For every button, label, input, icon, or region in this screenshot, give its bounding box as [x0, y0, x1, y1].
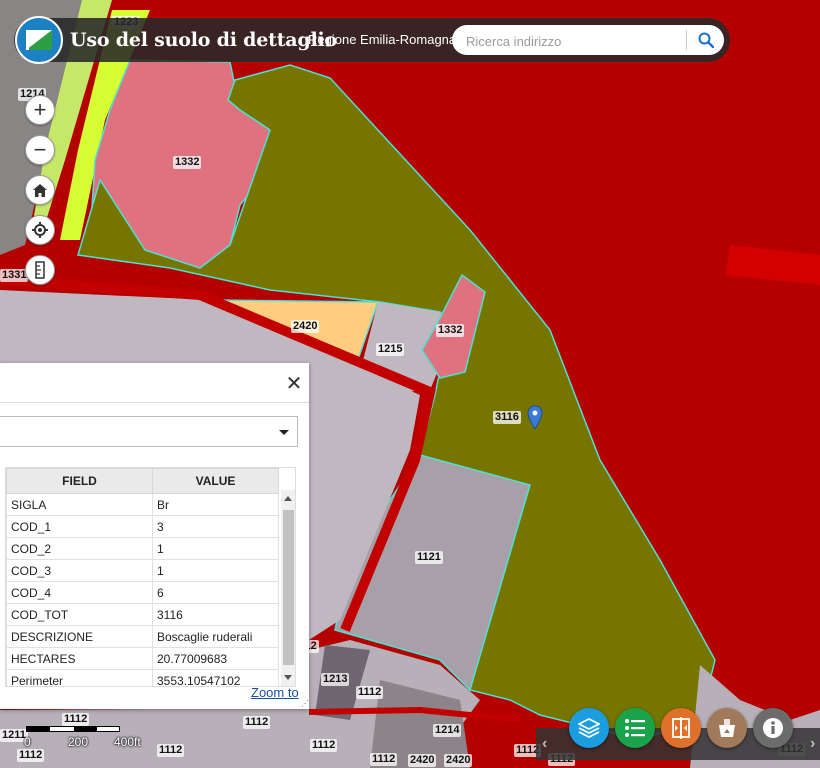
table-row: COD_3 1	[6, 559, 279, 582]
map-label: 1112	[356, 686, 384, 699]
search-button[interactable]	[692, 28, 720, 52]
info-button[interactable]	[753, 708, 793, 748]
list-icon	[625, 719, 645, 737]
table-row: COD_2 1	[6, 537, 279, 560]
ruler-icon	[35, 261, 45, 279]
plus-icon: +	[33, 97, 47, 122]
field-cell: SIGLA	[6, 493, 153, 516]
map-label: 1112	[62, 713, 90, 726]
map-label: 1332	[436, 324, 465, 337]
search-icon	[698, 32, 714, 48]
locate-button[interactable]	[25, 215, 55, 245]
field-cell: HECTARES	[6, 647, 153, 670]
table-row: Perimeter 3553.10547102	[6, 669, 279, 686]
minus-icon: −	[33, 137, 47, 162]
field-cell: DESCRIZIONE	[6, 625, 153, 648]
table-row: DESCRIZIONE Boscaglie ruderali	[6, 625, 279, 648]
zoom-to-link[interactable]: Zoom to	[251, 685, 299, 700]
map-label: 2420	[444, 754, 473, 767]
map-parcel-bottom-left	[0, 708, 320, 768]
layers-button[interactable]	[569, 708, 609, 748]
value-cell: Boscaglie ruderali	[152, 625, 279, 648]
map-label: 1112	[243, 716, 271, 729]
table-scrollbar[interactable]	[281, 490, 295, 686]
scrollbar-thumb[interactable]	[283, 510, 294, 665]
search-box	[452, 25, 724, 55]
table-row: HECTARES 20.77009683	[6, 647, 279, 670]
home-icon	[33, 183, 47, 197]
map-label: 1112	[17, 749, 45, 762]
scale-label: 0	[24, 735, 31, 749]
info-icon	[763, 718, 783, 738]
field-cell: Perimeter	[6, 669, 153, 686]
attribute-table: FIELD VALUE SIGLA Br COD_1 3 COD_2 1 COD_3 1…	[5, 467, 296, 687]
zoom-out-button[interactable]: −	[25, 135, 55, 165]
table-row: SIGLA Br	[6, 493, 279, 516]
logo-icon	[15, 16, 63, 64]
field-cell: COD_TOT	[6, 603, 153, 626]
layer-select[interactable]	[0, 416, 298, 447]
table-row: COD_TOT 3116	[6, 603, 279, 626]
search-input[interactable]	[464, 29, 688, 53]
map-label: 1112	[157, 744, 185, 757]
map-label: 1214	[433, 724, 462, 737]
map-label: 1112	[370, 753, 398, 766]
map-label: 1213	[321, 673, 350, 686]
zoom-in-button[interactable]: +	[25, 95, 55, 125]
basemap-button[interactable]	[707, 708, 747, 748]
value-cell: 3116	[152, 603, 279, 626]
app-subtitle: Regione Emilia-Romagna	[308, 32, 457, 47]
swipe-icon	[672, 717, 690, 739]
field-cell: COD_4	[6, 581, 153, 604]
value-cell: 6	[152, 581, 279, 604]
map-pin-icon[interactable]	[527, 405, 543, 431]
map-label: 1332	[173, 156, 202, 169]
map-label: 2420	[408, 754, 437, 767]
feature-popup: ✕ FIELD VALUE SIGLA Br COD_1 3 COD_2 1 COD_…	[0, 363, 309, 709]
swipe-button[interactable]	[661, 708, 701, 748]
field-cell: COD_3	[6, 559, 153, 582]
locate-icon	[32, 222, 48, 238]
close-icon[interactable]: ✕	[284, 373, 304, 395]
column-header-field: FIELD	[6, 468, 153, 494]
value-cell: 1	[152, 559, 279, 582]
map-label: 1112	[310, 739, 338, 752]
map-label: 2420	[291, 320, 320, 333]
search-divider	[686, 30, 687, 50]
chevron-left-icon[interactable]: ‹	[542, 735, 547, 753]
app-title: Uso del suolo di dettaglio	[70, 29, 337, 51]
layers-icon	[578, 717, 600, 739]
measure-button[interactable]	[25, 255, 55, 285]
scale-label: 400ft	[114, 735, 141, 749]
chevron-right-icon[interactable]: ›	[810, 735, 815, 753]
column-header-value: VALUE	[152, 468, 279, 494]
map-label: 1121	[415, 551, 443, 564]
basemap-icon	[719, 719, 735, 737]
table-row: COD_4 6	[6, 581, 279, 604]
value-cell: Br	[152, 493, 279, 516]
scroll-down-icon[interactable]	[284, 675, 292, 680]
resize-grip-icon[interactable]: ⋰	[301, 700, 309, 708]
scale-label: 200	[68, 735, 89, 749]
home-button[interactable]	[25, 175, 55, 205]
value-cell: 1	[152, 537, 279, 560]
value-cell: 3	[152, 515, 279, 538]
map-label: 3116	[493, 411, 521, 424]
field-cell: COD_2	[6, 537, 153, 560]
popup-divider	[0, 402, 309, 403]
scroll-up-icon[interactable]	[284, 496, 292, 501]
chevron-down-icon	[279, 430, 289, 435]
field-cell: COD_1	[6, 515, 153, 538]
legend-button[interactable]	[615, 708, 655, 748]
map-label: 1215	[376, 343, 405, 356]
value-cell: 20.77009683	[152, 647, 279, 670]
table-header-row: FIELD VALUE	[6, 468, 279, 494]
scale-bar-graphic	[26, 726, 120, 732]
table-row: COD_1 3	[6, 515, 279, 538]
